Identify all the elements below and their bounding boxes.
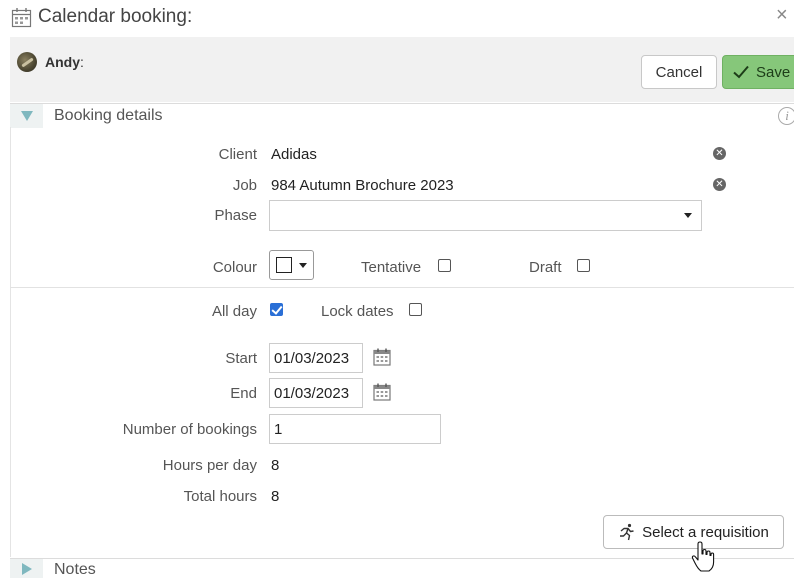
user-name: Andy	[45, 54, 80, 70]
chevron-down-icon	[684, 213, 692, 218]
calendar-icon	[11, 8, 32, 28]
total-hours-value: 8	[271, 488, 280, 505]
triangle-down-icon	[20, 111, 33, 121]
avatar	[17, 52, 37, 72]
hours-per-day-label: Hours per day	[162, 457, 257, 474]
colour-label: Colour	[212, 259, 257, 276]
select-requisition-label: Select a requisition	[642, 523, 769, 541]
section-title-booking-details: Booking details	[54, 107, 163, 124]
phase-label: Phase	[214, 207, 257, 224]
section-booking-details[interactable]: Booking details i	[10, 103, 794, 128]
tentative-checkbox[interactable]	[438, 259, 451, 272]
start-date-input[interactable]	[269, 343, 363, 373]
info-icon[interactable]: i	[778, 107, 794, 125]
save-button-label: Save	[756, 63, 791, 81]
cancel-button-label: Cancel	[655, 63, 703, 81]
user-bar: Andy: Cancel Save	[10, 37, 794, 102]
start-label: Start	[225, 350, 257, 367]
number-of-bookings-input[interactable]	[269, 414, 441, 444]
clear-job-icon[interactable]: ✕	[713, 178, 726, 191]
draft-label: Draft	[529, 259, 562, 276]
colour-swatch	[276, 257, 292, 273]
runner-icon	[620, 523, 634, 541]
user-name-colon: :	[80, 54, 84, 70]
lock-dates-label: Lock dates	[321, 303, 394, 320]
calendar-icon[interactable]	[373, 348, 391, 366]
chevron-down-icon	[299, 263, 307, 268]
draft-checkbox[interactable]	[577, 259, 590, 272]
dialog-title: Calendar booking:	[38, 6, 193, 27]
all-day-label: All day	[211, 303, 257, 320]
user-name-label: Andy:	[45, 54, 84, 70]
dialog-titlebar: Calendar booking: ×	[0, 0, 794, 36]
end-label: End	[230, 385, 257, 402]
section-notes[interactable]: Notes	[10, 558, 794, 578]
number-of-bookings-label: Number of bookings	[122, 421, 257, 438]
collapse-toggle[interactable]	[10, 104, 43, 128]
lock-dates-checkbox[interactable]	[409, 303, 422, 316]
cancel-button[interactable]: Cancel	[641, 55, 717, 89]
end-date-input[interactable]	[269, 378, 363, 408]
colour-picker[interactable]	[269, 250, 314, 280]
all-day-checkbox[interactable]	[270, 303, 283, 316]
checkmark-icon	[733, 65, 749, 79]
client-label: Client	[218, 146, 257, 163]
expand-toggle[interactable]	[10, 559, 43, 578]
triangle-right-icon	[21, 563, 32, 575]
job-value: 984 Autumn Brochure 2023	[271, 177, 454, 194]
job-label: Job	[232, 177, 257, 194]
section-title-notes: Notes	[54, 561, 96, 578]
client-value: Adidas	[271, 146, 317, 163]
hours-per-day-value: 8	[271, 457, 280, 474]
calendar-icon[interactable]	[373, 383, 391, 401]
total-hours-label: Total hours	[183, 488, 257, 505]
clear-client-icon[interactable]: ✕	[713, 147, 726, 160]
save-button[interactable]: Save	[722, 55, 794, 89]
phase-select[interactable]	[269, 200, 702, 231]
tentative-label: Tentative	[361, 259, 422, 276]
section-divider	[10, 287, 794, 288]
hand-cursor-icon	[691, 541, 715, 572]
close-icon[interactable]: ×	[776, 4, 788, 27]
